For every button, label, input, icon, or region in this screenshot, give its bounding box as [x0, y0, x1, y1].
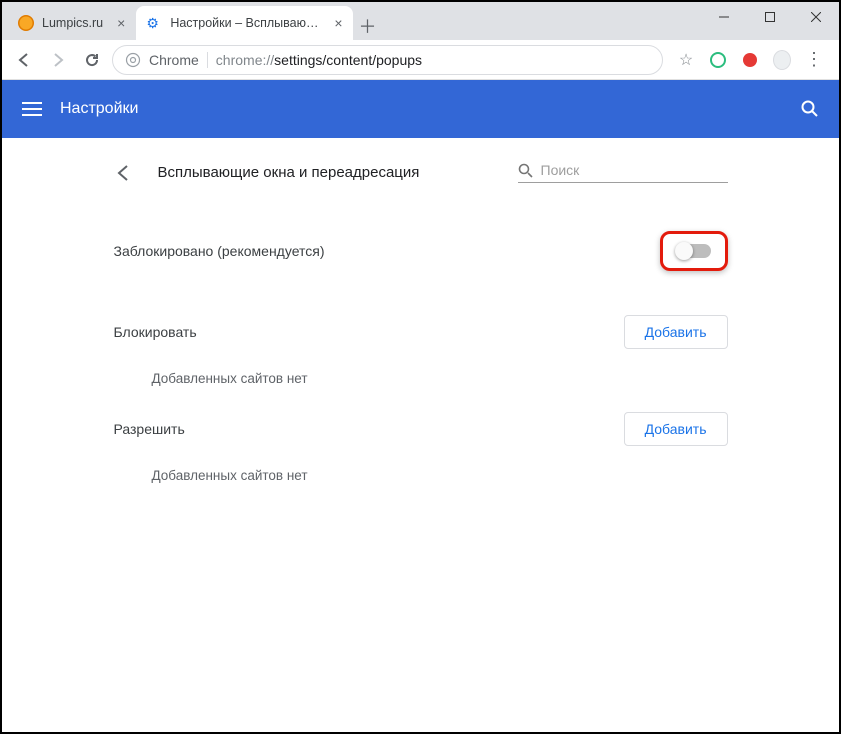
- toggle-knob: [675, 242, 693, 260]
- bookmark-star-icon[interactable]: ☆: [677, 51, 695, 69]
- allow-section-header: Разрешить Добавить: [114, 412, 728, 446]
- add-block-button[interactable]: Добавить: [624, 315, 728, 349]
- extension-green-icon[interactable]: [709, 51, 727, 69]
- url-chip: Chrome: [149, 52, 199, 68]
- allow-section: Разрешить Добавить Добавленных сайтов не…: [114, 412, 728, 483]
- minimize-icon: [719, 12, 729, 22]
- settings-title: Настройки: [60, 100, 138, 118]
- extension-red-icon[interactable]: [741, 51, 759, 69]
- add-allow-button[interactable]: Добавить: [624, 412, 728, 446]
- card-header: Всплывающие окна и переадресация: [114, 162, 728, 183]
- search-icon[interactable]: [801, 100, 819, 118]
- block-empty-message: Добавленных сайтов нет: [114, 349, 728, 386]
- url-text: chrome://settings/content/popups: [216, 52, 422, 68]
- gear-icon: ⚙: [146, 15, 162, 31]
- content-area: Всплывающие окна и переадресация Заблоки…: [2, 138, 839, 523]
- blocked-label: Заблокировано (рекомендуется): [114, 243, 325, 259]
- reload-button[interactable]: [78, 46, 106, 74]
- tab-title: Lumpics.ru: [42, 16, 103, 30]
- back-button[interactable]: [10, 46, 38, 74]
- settings-header-left: Настройки: [22, 100, 138, 118]
- settings-header: Настройки: [2, 80, 839, 138]
- page-title: Всплывающие окна и переадресация: [158, 164, 420, 181]
- search-input[interactable]: [541, 162, 728, 178]
- hamburger-icon[interactable]: [22, 101, 42, 117]
- new-tab-button[interactable]: ＋: [354, 12, 382, 40]
- close-button[interactable]: [793, 2, 839, 32]
- maximize-icon: [765, 12, 775, 22]
- toolbar: Chrome chrome://settings/content/popups …: [2, 40, 839, 80]
- close-icon: [811, 12, 821, 22]
- extension-icons: ☆ ⋮: [669, 51, 831, 69]
- menu-kebab-icon[interactable]: ⋮: [805, 51, 823, 69]
- blocked-toggle[interactable]: [677, 244, 711, 258]
- search-field[interactable]: [518, 162, 728, 183]
- tab-settings[interactable]: ⚙ Настройки – Всплывающие окн ×: [136, 6, 352, 40]
- address-bar[interactable]: Chrome chrome://settings/content/popups: [112, 45, 663, 75]
- maximize-button[interactable]: [747, 2, 793, 32]
- tab-title: Настройки – Всплывающие окн: [170, 16, 320, 30]
- minimize-button[interactable]: [701, 2, 747, 32]
- profile-avatar[interactable]: [773, 51, 791, 69]
- block-section-header: Блокировать Добавить: [114, 315, 728, 349]
- favicon-orange-icon: [18, 15, 34, 31]
- toggle-highlight: [660, 231, 728, 271]
- forward-button[interactable]: [44, 46, 72, 74]
- chrome-icon: [125, 52, 141, 68]
- search-icon: [518, 163, 533, 178]
- close-icon[interactable]: ×: [334, 15, 342, 31]
- allow-section-title: Разрешить: [114, 421, 185, 437]
- back-arrow-icon[interactable]: [114, 163, 134, 183]
- blocked-toggle-row: Заблокировано (рекомендуется): [114, 213, 728, 289]
- titlebar: Lumpics.ru × ⚙ Настройки – Всплывающие о…: [2, 2, 839, 40]
- settings-card: Всплывающие окна и переадресация Заблоки…: [86, 138, 756, 523]
- browser-window: Lumpics.ru × ⚙ Настройки – Всплывающие о…: [0, 0, 841, 734]
- arrow-left-icon: [16, 52, 32, 68]
- divider: [207, 52, 208, 68]
- block-section: Блокировать Добавить Добавленных сайтов …: [114, 315, 728, 386]
- window-controls: [701, 2, 839, 32]
- tab-lumpics[interactable]: Lumpics.ru ×: [8, 6, 135, 40]
- close-icon[interactable]: ×: [117, 15, 125, 31]
- arrow-right-icon: [50, 52, 66, 68]
- tab-strip: Lumpics.ru × ⚙ Настройки – Всплывающие о…: [2, 2, 382, 40]
- card-header-left: Всплывающие окна и переадресация: [114, 163, 420, 183]
- allow-empty-message: Добавленных сайтов нет: [114, 446, 728, 483]
- block-section-title: Блокировать: [114, 324, 197, 340]
- reload-icon: [84, 52, 100, 68]
